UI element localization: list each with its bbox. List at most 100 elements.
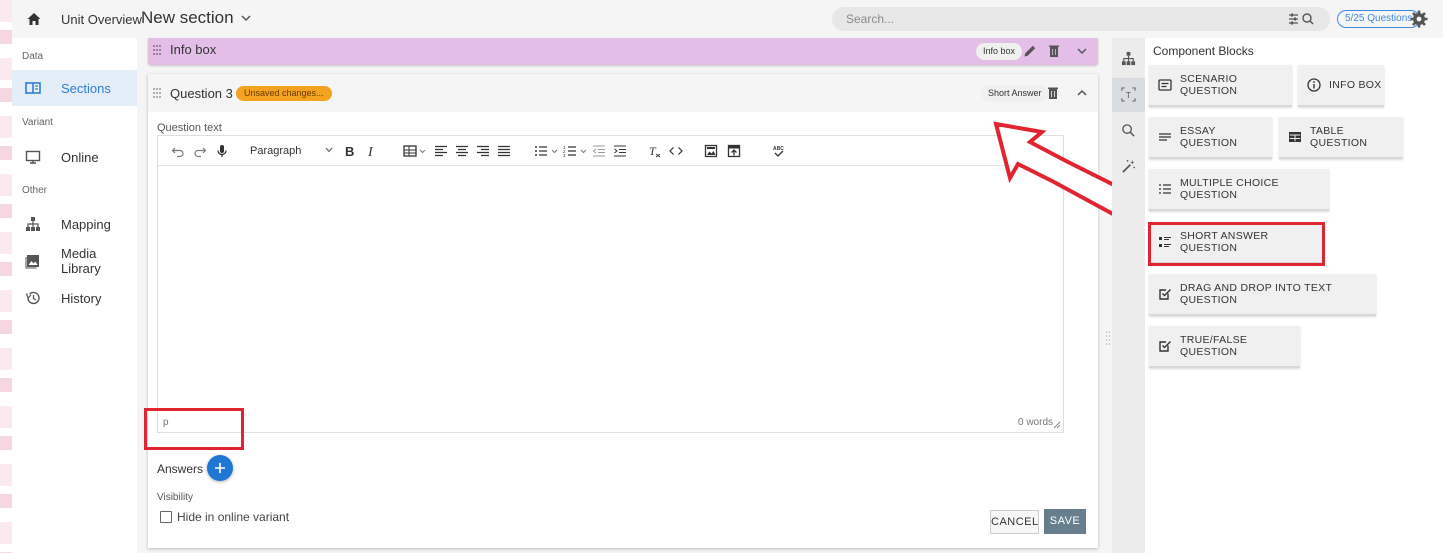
info-box-button[interactable]: INFO BOX — [1298, 65, 1384, 107]
panel-resize-handle[interactable] — [1105, 330, 1111, 346]
sidebar-item-online[interactable]: Online — [12, 139, 137, 175]
block-label: MULTIPLE CHOICE QUESTION — [1180, 177, 1279, 201]
editor-word-count: 0 words — [1017, 417, 1053, 428]
svg-text:T: T — [649, 144, 657, 158]
cancel-button[interactable]: CANCEL — [990, 510, 1039, 534]
answers-highlight-box — [144, 408, 244, 450]
hide-online-checkbox[interactable] — [160, 511, 172, 523]
unit-overview-link[interactable]: Unit Overview — [61, 12, 142, 27]
plus-icon — [215, 463, 225, 473]
redo-icon[interactable] — [193, 144, 207, 158]
align-right-icon[interactable] — [476, 144, 490, 158]
list-icon — [1159, 184, 1171, 194]
scenario-icon — [1158, 79, 1172, 91]
component-blocks-panel: Component Blocks SCENARIO QUESTION INFO … — [1145, 38, 1443, 553]
delete-trash-icon[interactable] — [1046, 86, 1060, 100]
drag-handle-icon[interactable] — [152, 87, 162, 99]
info-box-title: Info box — [170, 42, 217, 57]
right-tool-rail: T — [1112, 38, 1145, 553]
multiple-choice-question-button[interactable]: MULTIPLE CHOICE QUESTION — [1149, 169, 1329, 211]
microphone-icon[interactable] — [215, 144, 229, 158]
info-icon — [1307, 78, 1321, 92]
svg-text:T: T — [1126, 90, 1131, 100]
checkbox-icon — [1159, 341, 1171, 352]
top-bar: Unit Overview New section 5/25 Questions — [12, 0, 1443, 38]
question-type-chip: Short Answer — [981, 85, 1049, 102]
decorative-edge-strip — [0, 0, 12, 553]
monitor-icon — [25, 150, 41, 164]
align-left-icon[interactable] — [434, 144, 448, 158]
svg-text:B: B — [345, 144, 354, 158]
block-label: DRAG AND DROP INTO TEXT QUESTION — [1180, 282, 1332, 306]
chevron-up-icon[interactable] — [1075, 86, 1089, 100]
lines-icon — [1159, 133, 1171, 141]
drag-handle-icon[interactable] — [152, 44, 162, 56]
align-center-icon[interactable] — [455, 144, 469, 158]
search-box[interactable] — [832, 7, 1330, 31]
svg-text:3: 3 — [563, 153, 566, 158]
editor-toolbar: Paragraph B I 123 T ABC — [158, 136, 1063, 166]
outdent-icon[interactable] — [592, 144, 606, 158]
section-selector[interactable]: New section — [141, 8, 252, 28]
table-icon — [1289, 132, 1301, 142]
hide-online-label[interactable]: Hide in online variant — [177, 510, 289, 524]
filter-search-icon[interactable] — [1288, 12, 1318, 26]
bullet-list-icon[interactable] — [534, 144, 560, 158]
table-insert-icon[interactable] — [403, 144, 427, 158]
chevron-down-icon — [325, 147, 333, 153]
sidebar-group-variant: Variant — [22, 117, 53, 128]
italic-icon[interactable]: I — [366, 144, 378, 158]
search-input[interactable] — [846, 12, 1226, 26]
editor-content-area[interactable] — [158, 166, 1063, 396]
essay-question-button[interactable]: ESSAY QUESTION — [1149, 117, 1272, 159]
delete-trash-icon[interactable] — [1047, 44, 1061, 58]
numbered-list-icon[interactable]: 123 — [563, 144, 589, 158]
sidebar: Data Sections Variant Online Other Mappi… — [12, 38, 137, 553]
component-blocks-title: Component Blocks — [1153, 44, 1254, 58]
upload-media-icon[interactable] — [727, 144, 741, 158]
rail-item-hierarchy[interactable] — [1112, 42, 1145, 76]
search-icon — [1122, 124, 1135, 137]
text-block-icon: T — [1121, 87, 1136, 102]
rail-item-search[interactable] — [1112, 114, 1145, 148]
section-title: New section — [141, 8, 234, 27]
save-button[interactable]: SAVE — [1044, 509, 1086, 534]
resize-grip-icon[interactable] — [1053, 421, 1061, 429]
info-box-block[interactable]: Info box Info box — [148, 38, 1098, 65]
bold-icon[interactable]: B — [344, 144, 356, 158]
sidebar-item-label: Mapping — [61, 216, 111, 232]
home-icon[interactable] — [26, 11, 42, 27]
unsaved-changes-badge: Unsaved changes... — [236, 86, 332, 101]
settings-gear-icon[interactable] — [1410, 10, 1428, 28]
sidebar-item-mapping[interactable]: Mapping — [12, 206, 137, 242]
rail-item-text-blocks[interactable]: T — [1112, 78, 1145, 112]
sidebar-item-media-library[interactable]: Media Library — [12, 243, 137, 279]
chevron-down-icon[interactable] — [1075, 44, 1089, 58]
sidebar-item-label: Sections — [61, 80, 111, 96]
question-header[interactable]: Question 3 Unsaved changes... Short Answ… — [148, 74, 1098, 112]
history-icon — [25, 291, 40, 305]
scenario-question-button[interactable]: SCENARIO QUESTION — [1149, 65, 1292, 107]
source-code-icon[interactable] — [669, 144, 683, 158]
align-justify-icon[interactable] — [497, 144, 511, 158]
sidebar-item-history[interactable]: History — [12, 280, 137, 316]
indent-icon[interactable] — [613, 144, 627, 158]
magic-wand-icon — [1122, 159, 1135, 173]
sidebar-group-other: Other — [22, 185, 48, 196]
edit-pencil-icon[interactable] — [1023, 44, 1037, 58]
drag-and-drop-question-button[interactable]: DRAG AND DROP INTO TEXT QUESTION — [1149, 274, 1376, 316]
chevron-down-icon — [241, 15, 251, 22]
undo-icon[interactable] — [171, 144, 185, 158]
clear-formatting-icon[interactable]: T — [648, 144, 662, 158]
block-label: TRUE/FALSE QUESTION — [1180, 334, 1248, 358]
true-false-question-button[interactable]: TRUE/FALSE QUESTION — [1149, 326, 1300, 368]
sidebar-item-sections[interactable]: Sections — [12, 70, 137, 106]
question-card: Question 3 Unsaved changes... Short Answ… — [148, 74, 1098, 548]
spellcheck-icon[interactable]: ABC — [772, 144, 786, 158]
questions-count-badge: 5/25 Questions — [1337, 10, 1421, 28]
add-answer-button[interactable] — [207, 455, 233, 481]
table-question-button[interactable]: TABLE QUESTION — [1279, 117, 1403, 159]
insert-image-icon[interactable] — [704, 144, 718, 158]
rail-item-magic[interactable] — [1112, 150, 1145, 184]
paragraph-format-select[interactable]: Paragraph — [250, 145, 334, 157]
